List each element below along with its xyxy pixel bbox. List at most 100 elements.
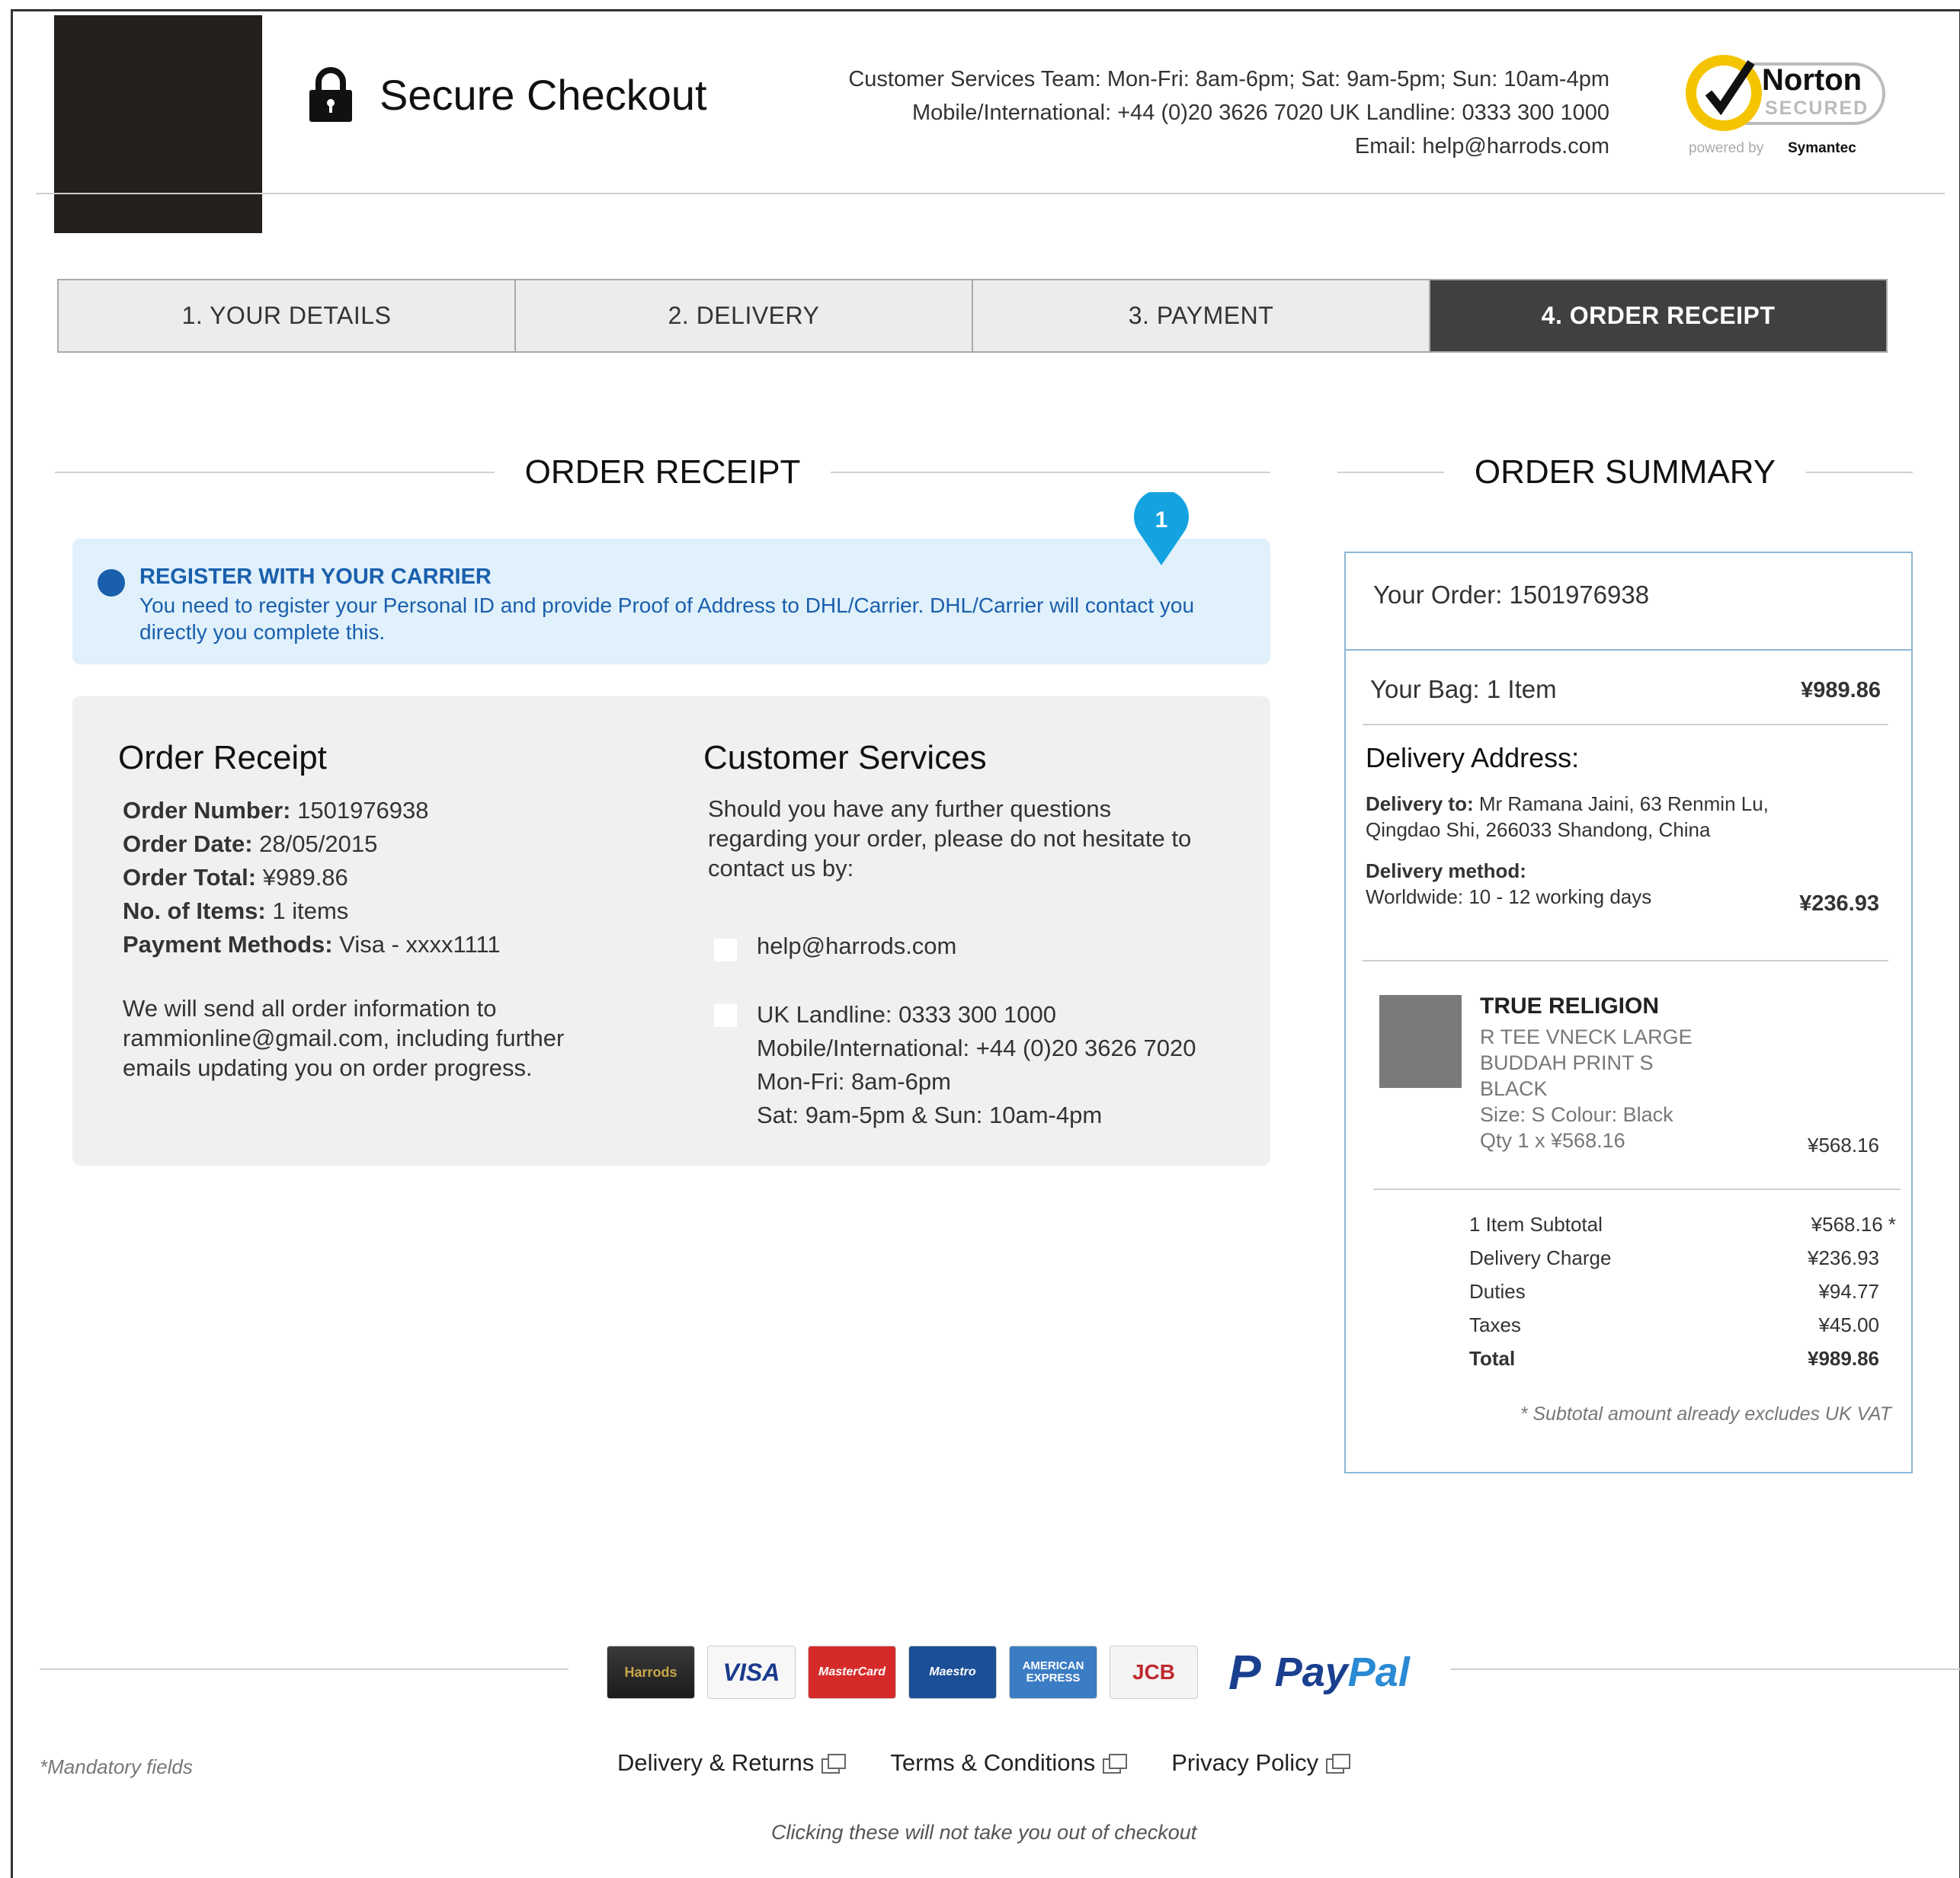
page-title: Secure Checkout bbox=[380, 71, 707, 119]
product-name-line: BUDDAH PRINT S bbox=[1480, 1051, 1654, 1074]
step-your-details[interactable]: 1. YOUR DETAILS bbox=[59, 280, 516, 351]
payment-methods: Harrods VISA MasterCard Maestro AMERICAN… bbox=[607, 1644, 1410, 1700]
delivery-address-text: Delivery to: Mr Ramana Jaini, 63 Renmin … bbox=[1366, 792, 1769, 841]
item-count-line: No. of Items: 1 items bbox=[123, 897, 349, 924]
store-logo[interactable] bbox=[54, 15, 262, 233]
delivery-method-value: Worldwide: 10 - 12 working days bbox=[1366, 885, 1652, 908]
lock-icon bbox=[309, 67, 352, 122]
totals-row-subtotal: 1 Item Subtotal ¥568.16 * bbox=[1469, 1213, 1896, 1236]
order-summary-heading: ORDER SUMMARY bbox=[1337, 450, 1914, 495]
summary-divider bbox=[1363, 960, 1888, 961]
contact-info: Customer Services Team: Mon-Fri: 8am-6pm… bbox=[848, 62, 1609, 163]
summary-divider bbox=[1373, 1189, 1901, 1190]
bag-row: Your Bag: 1 Item ¥989.86 bbox=[1363, 675, 1888, 725]
mastercard-icon: MasterCard bbox=[808, 1646, 896, 1699]
phone-international: Mobile/International: +44 (0)20 3626 702… bbox=[757, 1035, 1196, 1061]
alert-title: REGISTER WITH YOUR CARRIER bbox=[139, 565, 492, 589]
contact-phones: Mobile/International: +44 (0)20 3626 702… bbox=[911, 101, 1609, 125]
order-receipt-panel: Order Receipt Order Number: 1501976938 O… bbox=[72, 696, 1270, 1166]
totals-row-total: Total ¥989.86 bbox=[1469, 1347, 1879, 1370]
order-details: Order Number: 1501976938 Order Date: 28/… bbox=[123, 794, 501, 961]
order-number-line: Order Number: 1501976938 bbox=[123, 797, 429, 824]
contact-email: Email: help@harrods.com bbox=[1354, 134, 1609, 158]
delivery-method-label: Delivery method: bbox=[1366, 859, 1526, 882]
external-window-icon bbox=[1103, 1754, 1128, 1774]
jcb-card-icon: JCB bbox=[1110, 1646, 1198, 1699]
step-delivery[interactable]: 2. DELIVERY bbox=[516, 280, 973, 351]
privacy-policy-link[interactable]: Privacy Policy bbox=[1171, 1749, 1351, 1777]
footer-links: Delivery & Returns Terms & Conditions Pr… bbox=[617, 1749, 1351, 1777]
external-window-icon bbox=[1326, 1754, 1351, 1774]
email-icon bbox=[714, 939, 737, 961]
link-label: Privacy Policy bbox=[1171, 1749, 1319, 1776]
carrier-registration-alert: REGISTER WITH YOUR CARRIER You need to r… bbox=[72, 539, 1270, 664]
norton-vendor: Symantec bbox=[1788, 140, 1856, 156]
hours-weekday: Mon-Fri: 8am-6pm bbox=[757, 1068, 951, 1095]
delivery-method-price: ¥236.93 bbox=[1799, 891, 1879, 916]
customer-services-phone: UK Landline: 0333 300 1000 Mobile/Intern… bbox=[757, 998, 1196, 1132]
info-dot-icon bbox=[98, 569, 125, 597]
heading-rule-left bbox=[1337, 472, 1444, 473]
order-receipt-heading: ORDER RECEIPT bbox=[55, 450, 1271, 495]
order-summary-box: Your Order: 1501976938 Your Bag: 1 Item … bbox=[1344, 552, 1913, 1473]
vat-note: * Subtotal amount already excludes UK VA… bbox=[1520, 1403, 1891, 1425]
customer-services-title: Customer Services bbox=[703, 739, 987, 776]
heading-rule-right bbox=[1806, 472, 1914, 473]
phone-landline: UK Landline: 0333 300 1000 bbox=[757, 1001, 1056, 1028]
heading-rule-left bbox=[55, 472, 495, 473]
norton-secured: SECURED bbox=[1765, 98, 1869, 119]
product-thumbnail[interactable] bbox=[1379, 995, 1462, 1088]
hours-weekend: Sat: 9am-5pm & Sun: 10am-4pm bbox=[757, 1102, 1103, 1128]
link-label: Terms & Conditions bbox=[890, 1749, 1096, 1776]
contact-hours: Customer Services Team: Mon-Fri: 8am-6pm… bbox=[848, 67, 1609, 91]
paypal-wordmark: PayPal bbox=[1274, 1649, 1410, 1695]
paypal-icon: P bbox=[1228, 1645, 1261, 1700]
product-size-colour: Size: S Colour: Black bbox=[1480, 1103, 1673, 1126]
step-order-receipt: 4. ORDER RECEIPT bbox=[1430, 280, 1886, 351]
customer-services-email-link[interactable]: help@harrods.com bbox=[757, 933, 956, 960]
paypal-logo: P PayPal bbox=[1228, 1644, 1410, 1700]
terms-conditions-link[interactable]: Terms & Conditions bbox=[890, 1749, 1128, 1777]
product-name-line: R TEE VNECK LARGE bbox=[1480, 1025, 1693, 1048]
product-brand: TRUE RELIGION bbox=[1480, 993, 1660, 1019]
norton-secured-badge: Norton SECURED powered by Symantec bbox=[1686, 55, 1885, 156]
order-date-line: Order Date: 28/05/2015 bbox=[123, 830, 378, 857]
product-qty: Qty 1 x ¥568.16 bbox=[1480, 1129, 1625, 1152]
footer-divider-right bbox=[1451, 1668, 1960, 1670]
bag-label: Your Bag: 1 Item bbox=[1370, 675, 1557, 703]
norton-brand: Norton bbox=[1762, 63, 1862, 97]
header-divider bbox=[36, 193, 1945, 194]
pin-number: 1 bbox=[1155, 507, 1168, 533]
order-total-line: Order Total: ¥989.86 bbox=[123, 864, 348, 891]
visa-card-icon: VISA bbox=[707, 1646, 796, 1699]
order-receipt-title: Order Receipt bbox=[118, 739, 327, 776]
summary-order-number: Your Order: 1501976938 bbox=[1346, 553, 1911, 651]
product-name-line: BLACK bbox=[1480, 1077, 1548, 1100]
alert-text: You need to register your Personal ID an… bbox=[139, 593, 1195, 644]
totals-table: 1 Item Subtotal ¥568.16 * Delivery Charge… bbox=[1469, 1213, 1896, 1381]
external-window-icon bbox=[821, 1754, 847, 1774]
footer-divider-left bbox=[40, 1668, 568, 1670]
phone-icon bbox=[714, 1004, 737, 1027]
delivery-returns-link[interactable]: Delivery & Returns bbox=[617, 1749, 847, 1777]
order-summary-heading-text: ORDER SUMMARY bbox=[1474, 453, 1776, 491]
harrods-card-icon: Harrods bbox=[607, 1646, 695, 1699]
order-email-note: We will send all order information to ra… bbox=[123, 995, 565, 1081]
footer-note: Clicking these will not take you out of … bbox=[771, 1821, 1197, 1844]
totals-row-duties: Duties ¥94.77 bbox=[1469, 1280, 1879, 1303]
product-details: R TEE VNECK LARGE BUDDAH PRINT S BLACK S… bbox=[1480, 1024, 1754, 1153]
checkout-steps: 1. YOUR DETAILS 2. DELIVERY 3. PAYMENT 4… bbox=[57, 279, 1888, 353]
norton-powered-by: powered by bbox=[1689, 140, 1764, 156]
your-order-label: Your Order: 1501976938 bbox=[1373, 581, 1650, 609]
map-pin-marker-icon: 1 bbox=[1134, 492, 1189, 565]
delivery-address-title: Delivery Address: bbox=[1366, 742, 1580, 773]
bag-total: ¥989.86 bbox=[1801, 678, 1881, 702]
heading-rule-right bbox=[831, 472, 1271, 473]
american-express-icon: AMERICAN EXPRESS bbox=[1009, 1646, 1097, 1699]
link-label: Delivery & Returns bbox=[617, 1749, 815, 1776]
payment-method-line: Payment Methods: Visa - xxxx1111 bbox=[123, 931, 501, 958]
order-receipt-heading-text: ORDER RECEIPT bbox=[524, 453, 801, 491]
customer-services-intro: Should you have any further questions re… bbox=[708, 795, 1192, 881]
step-payment[interactable]: 3. PAYMENT bbox=[973, 280, 1430, 351]
mandatory-fields-note: *Mandatory fields bbox=[40, 1755, 193, 1778]
